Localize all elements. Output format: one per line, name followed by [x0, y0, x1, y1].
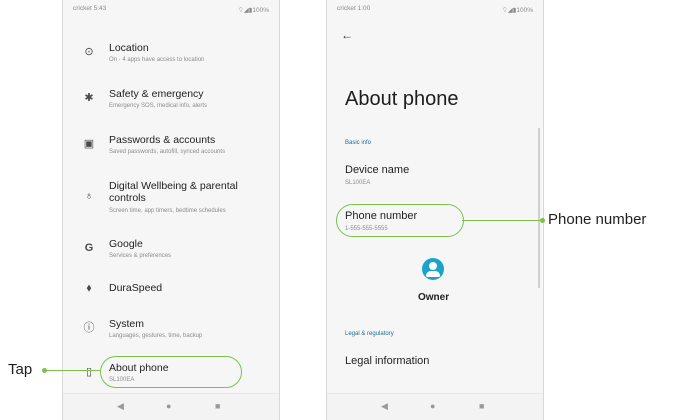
tap-callout-line [46, 370, 100, 371]
phone-icon: ▯ [85, 366, 93, 378]
settings-item-subtitle: On · 4 apps have access to location [109, 57, 205, 63]
account-box-icon: ▣ [83, 138, 95, 150]
wellbeing-icon: ♁ [84, 190, 94, 202]
info-icon: ⓘ [83, 322, 95, 334]
page-title: About phone [345, 88, 459, 110]
settings-item-title: System [109, 318, 145, 330]
owner-avatar-icon[interactable] [422, 258, 444, 280]
nav-recents-icon[interactable]: ■ [479, 401, 484, 411]
status-bar: cricket 1:00 ⌔◢▮100% [327, 5, 543, 17]
settings-item-title: Google [109, 238, 143, 250]
section-header-legal: Legal & regulatory [345, 331, 394, 337]
back-arrow-icon[interactable]: ← [341, 28, 353, 42]
scrollbar[interactable] [538, 128, 540, 288]
legal-information-item[interactable]: Legal information [345, 355, 429, 367]
status-icons: ⌔◢▮100% [237, 7, 269, 14]
rocket-icon: ⬧ [86, 282, 92, 294]
phone-number-callout-line [462, 220, 542, 221]
nav-recents-icon[interactable]: ■ [215, 401, 220, 411]
settings-item-subtitle: Languages, gestures, time, backup [109, 333, 203, 339]
settings-item-subtitle: Screen time, app timers, bedtime schedul… [109, 208, 226, 214]
phone-number-callout-dot [540, 218, 545, 223]
about-phone-highlight [100, 356, 242, 388]
nav-home-icon[interactable]: ● [430, 401, 435, 411]
device-name-title: Device name [345, 164, 410, 176]
phone-number-callout-label: Phone number [548, 211, 647, 228]
navigation-bar: ◀ ● ■ [327, 393, 543, 420]
section-header-basic-info: Basic info [345, 140, 372, 146]
settings-item-title: Safety & emergency [109, 88, 204, 100]
settings-item-title: DuraSpeed [109, 282, 163, 294]
tap-callout-label: Tap [8, 361, 33, 378]
location-pin-icon: ⊙ [84, 46, 94, 58]
status-bar: cricket 5:43 ⌔◢▮100% [63, 5, 279, 17]
nav-back-icon[interactable]: ◀ [117, 401, 124, 411]
status-carrier-time: cricket 1:00 [337, 5, 371, 12]
settings-item-title: Location [109, 42, 149, 54]
settings-item-subtitle: Emergency SOS, medical info, alerts [109, 103, 208, 109]
device-name-value: SL100EA [345, 180, 371, 186]
settings-item-subtitle: Saved passwords, autofill, synced accoun… [109, 149, 226, 155]
navigation-bar: ◀ ● ■ [63, 393, 279, 420]
settings-item-subtitle: Services & preferences [109, 253, 172, 259]
nav-back-icon[interactable]: ◀ [381, 401, 388, 411]
settings-item-title: Passwords & accounts [109, 134, 216, 146]
status-icons: ⌔◢▮100% [501, 7, 533, 14]
phone-number-highlight [336, 204, 464, 237]
nav-home-icon[interactable]: ● [166, 401, 171, 411]
asterisk-icon: ✱ [84, 92, 94, 104]
google-icon: G [84, 242, 94, 254]
settings-item-title: Digital Wellbeing & parental controls [109, 180, 238, 204]
owner-label: Owner [418, 292, 450, 303]
status-carrier-time: cricket 5:43 [73, 5, 107, 12]
